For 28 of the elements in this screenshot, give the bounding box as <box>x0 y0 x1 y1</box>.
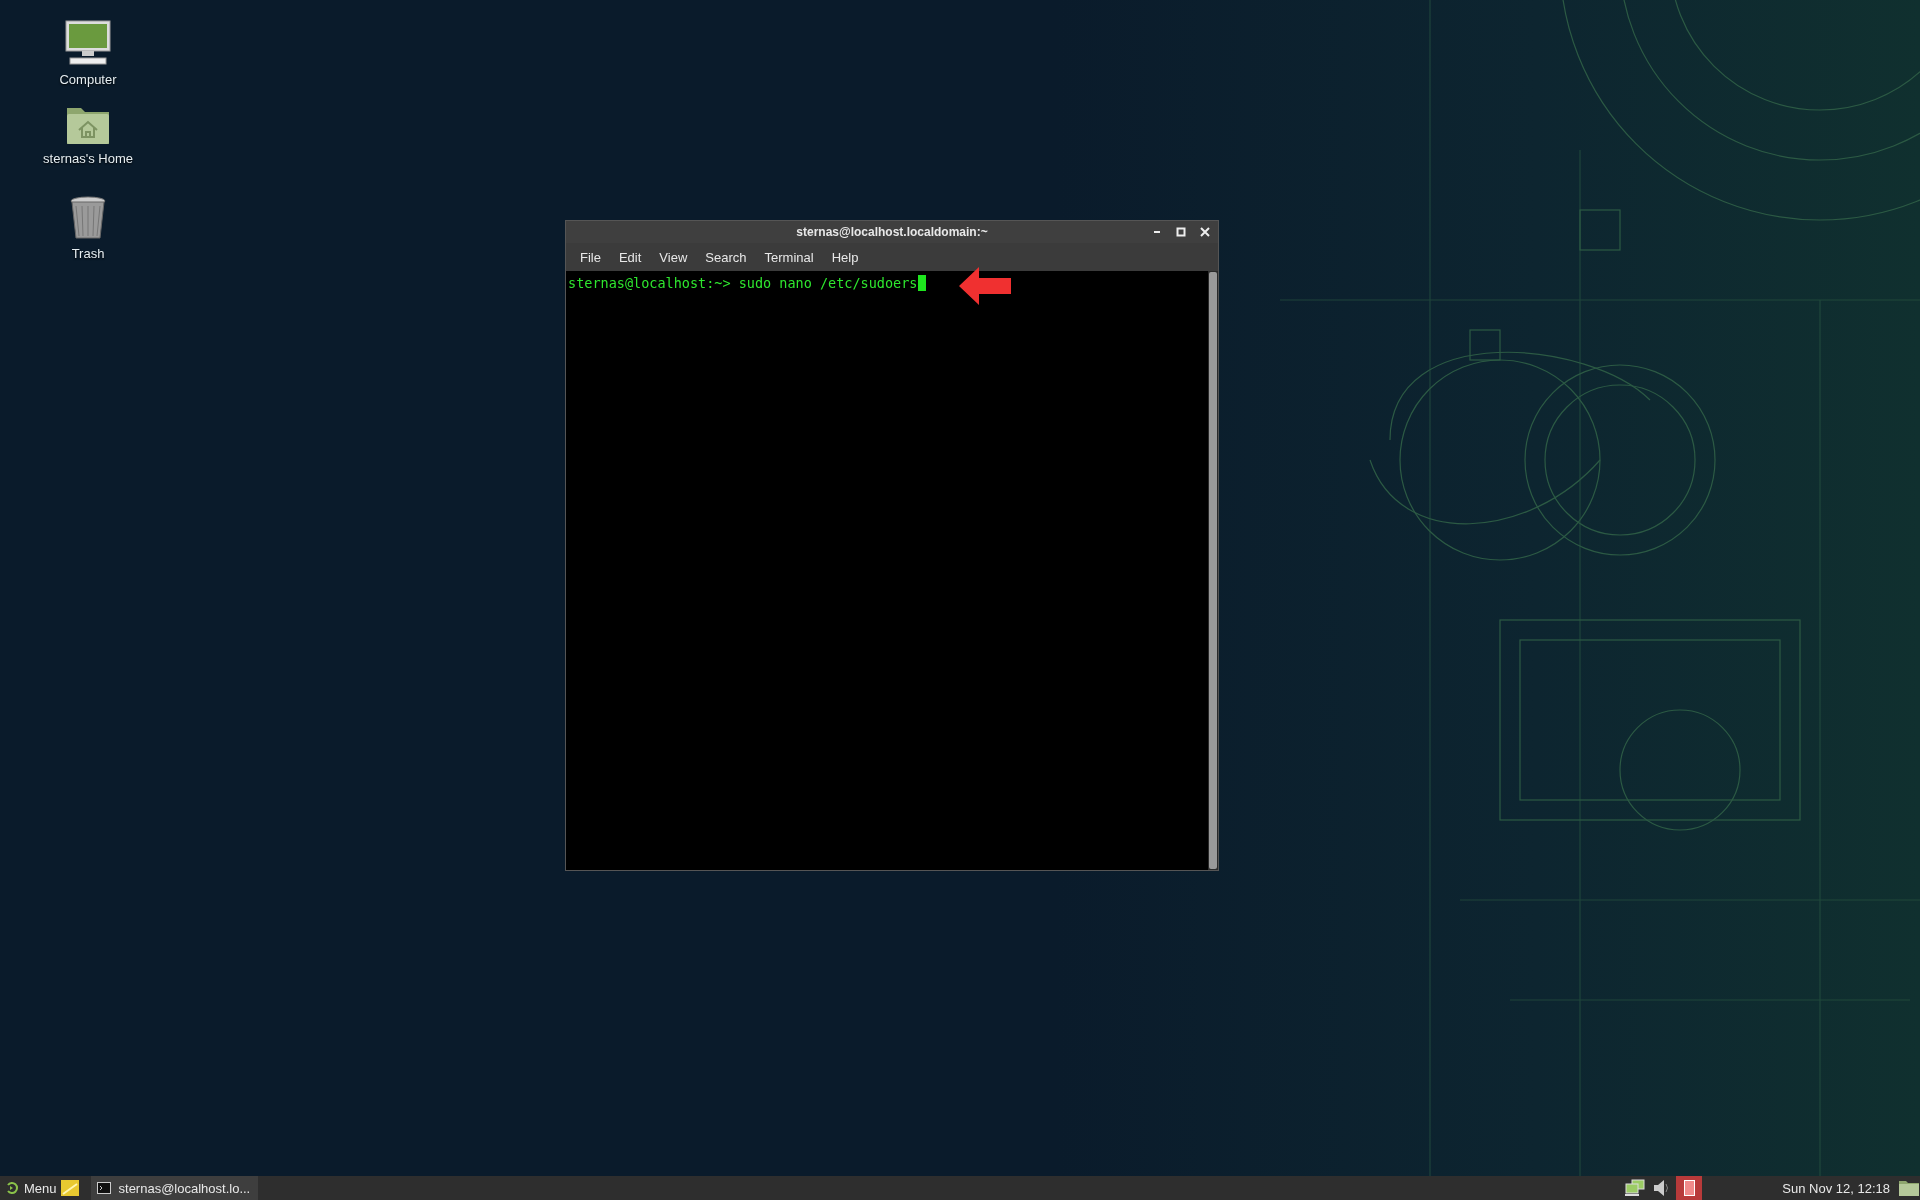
network-icon[interactable] <box>1624 1179 1647 1197</box>
menu-logo-icon <box>5 1181 19 1195</box>
menu-item[interactable]: Help <box>823 245 867 269</box>
desktop-icon-label[interactable]: Computer <box>59 72 117 87</box>
battery-indicator[interactable] <box>1676 1176 1703 1200</box>
computer-icon <box>64 20 112 66</box>
menu-item[interactable]: Edit <box>610 245 650 269</box>
volume-icon[interactable] <box>1652 1178 1671 1198</box>
desktop-icon-label[interactable]: sternas's Home <box>43 151 133 166</box>
terminal-icon <box>96 1182 111 1194</box>
maximize-icon[interactable] <box>1174 225 1188 239</box>
show-desktop-icon[interactable] <box>60 1180 79 1196</box>
folder-icon[interactable] <box>1898 1179 1920 1197</box>
taskbar-window-button[interactable]: sternas@localhost.lo... <box>90 1176 259 1200</box>
desktop-icon-label[interactable]: Trash <box>71 246 105 261</box>
left-arrow-icon <box>957 265 1013 307</box>
menu-item[interactable]: File <box>572 245 609 269</box>
home-folder-icon <box>66 105 110 145</box>
terminal-command-line: sternas@localhost:~> sudo nano /etc/sudoers <box>568 275 1206 291</box>
menu-item[interactable]: Terminal <box>756 245 822 269</box>
scrollbar[interactable] <box>1208 271 1218 870</box>
window-title: sternas@localhost.localdomain:~ <box>796 225 988 239</box>
menu-button[interactable]: Menu <box>0 1176 61 1200</box>
menu-item[interactable]: Search <box>697 245 755 269</box>
close-icon[interactable] <box>1198 225 1212 239</box>
trash-icon <box>69 196 107 240</box>
clock[interactable]: Sun Nov 12, 12:18 <box>1782 1180 1890 1196</box>
menu-item[interactable]: View <box>651 245 696 269</box>
